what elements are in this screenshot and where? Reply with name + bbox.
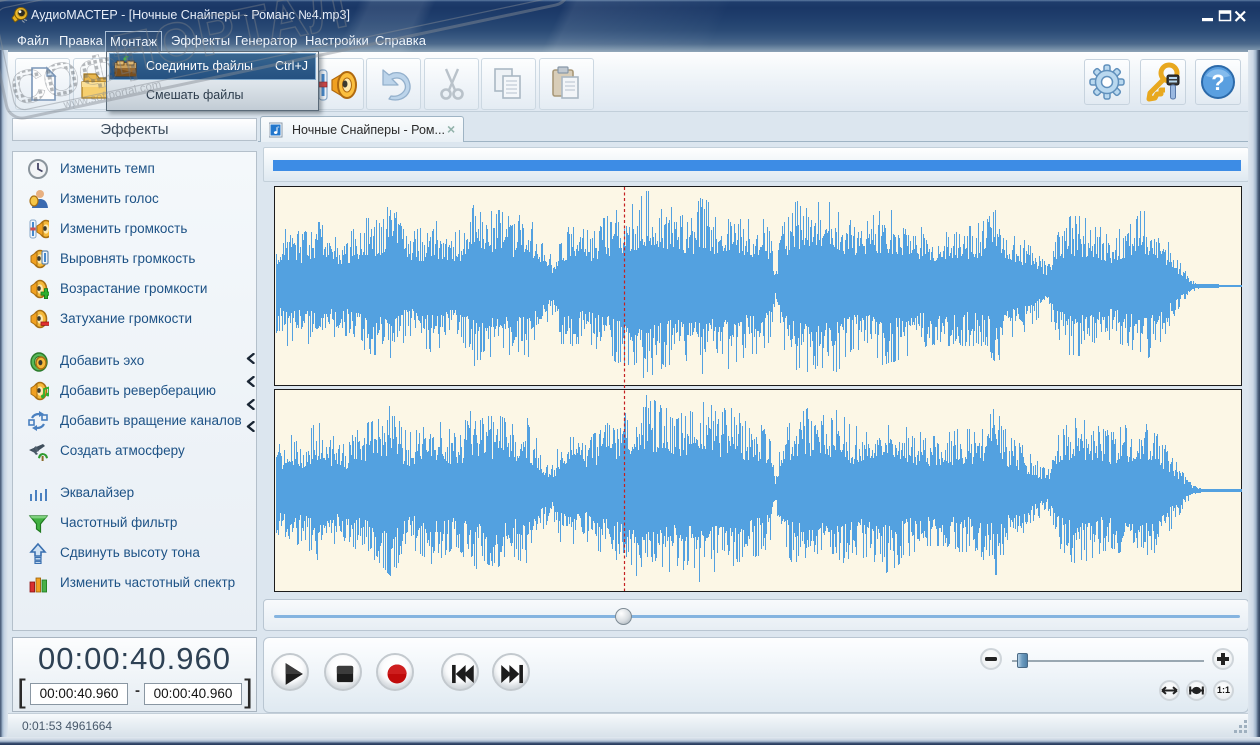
svg-text:?: ?	[1211, 70, 1224, 95]
